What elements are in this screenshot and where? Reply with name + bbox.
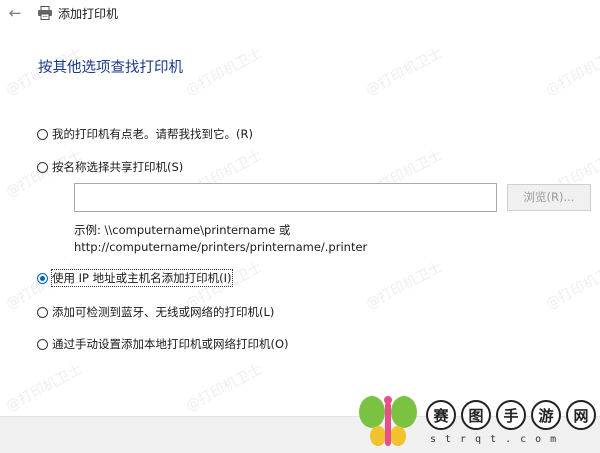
brand-char: 赛 [426,400,456,430]
watermark-text: @打印机卫士 [543,259,600,313]
option-manual-local[interactable]: 通过手动设置添加本地打印机或网络打印机(O) [37,336,289,352]
printer-icon [38,6,52,20]
brand-char: 游 [531,400,561,430]
window-title: 添加打印机 [58,7,119,21]
option-bluetooth-wireless[interactable]: 添加可检测到蓝牙、无线或网络的打印机(L) [37,304,274,320]
option-old-printer[interactable]: 我的打印机有点老。请帮我找到它。(R) [37,126,253,142]
option-label: 通过手动设置添加本地打印机或网络打印机(O) [52,337,289,351]
watermark-text: @打印机卫士 [543,45,600,99]
radio-shared-printer[interactable] [37,161,48,173]
back-arrow-icon: ← [8,4,22,22]
watermark-text: @打印机卫士 [363,259,446,313]
page-title: 按其他选项查找打印机 [38,60,183,76]
browse-button[interactable]: 浏览(R)... [507,184,591,211]
option-ip-hostname[interactable]: 使用 IP 地址或主机名添加打印机(I) [37,269,233,287]
brand-char: 网 [566,400,596,430]
option-shared-printer[interactable]: 按名称选择共享打印机(S) [37,159,183,175]
option-label: 按名称选择共享打印机(S) [52,160,184,174]
example-line-2: http://computername/printers/printername… [74,240,368,254]
radio-old-printer[interactable] [37,128,48,140]
example-line-1: 示例: \\computername\printername 或 [74,223,291,237]
brand-char: 手 [496,400,526,430]
brand-watermark: 赛 图 手 游 网 strqt.com [356,392,596,450]
brand-name: 赛 图 手 游 网 [426,400,600,430]
watermark-text: @打印机卫士 [3,361,86,415]
butterfly-logo-icon [359,396,417,446]
radio-ip-hostname[interactable] [37,272,48,284]
option-label: 我的打印机有点老。请帮我找到它。(R) [52,127,253,141]
watermark-text: @打印机卫士 [363,45,446,99]
watermark-text: @打印机卫士 [183,361,266,415]
brand-char: 图 [461,400,491,430]
watermark-text: @打印机卫士 [183,45,266,99]
brand-url: strqt.com [430,434,566,445]
option-label: 使用 IP 地址或主机名添加打印机(I) [51,269,233,287]
shared-printer-name-input[interactable] [74,183,497,212]
radio-manual-local[interactable] [37,338,48,350]
title-bar: ← 添加打印机 [0,0,600,28]
option-label: 添加可检测到蓝牙、无线或网络的打印机(L) [52,305,275,319]
back-button[interactable]: ← [6,4,24,22]
radio-bluetooth-wireless[interactable] [37,306,48,318]
